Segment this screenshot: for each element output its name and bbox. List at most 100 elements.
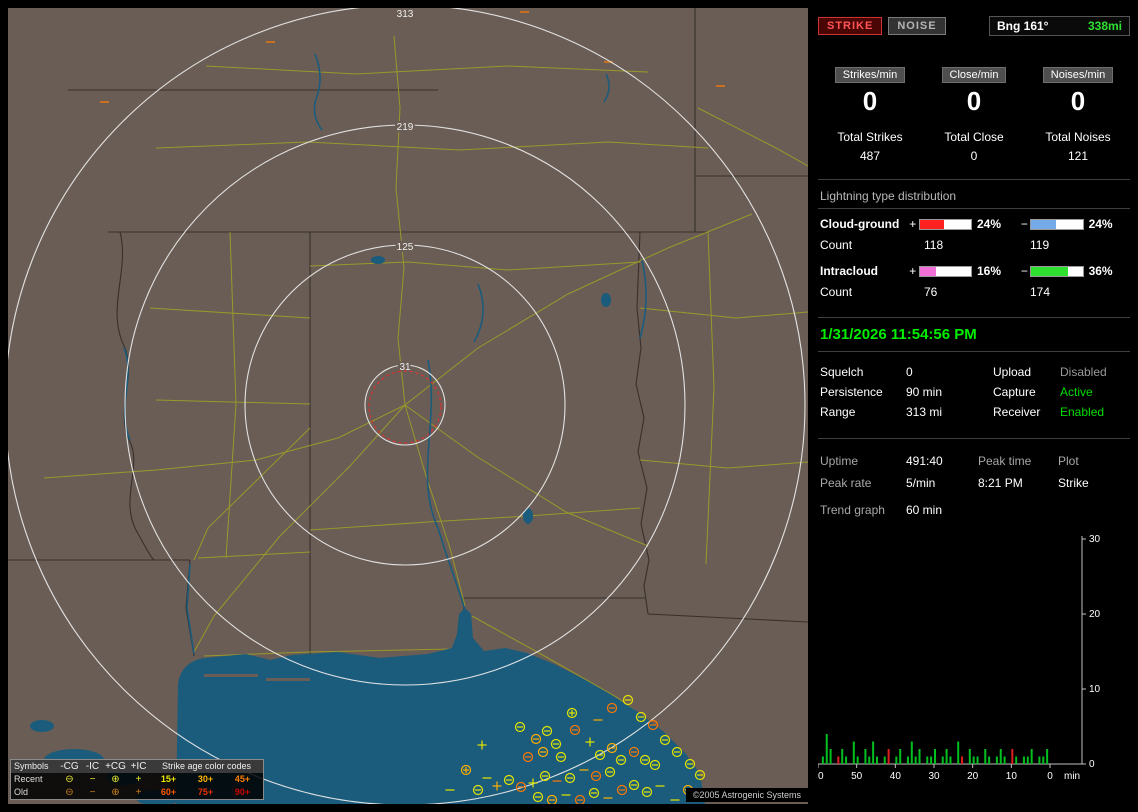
- total-counters: Total Strikes 487 Total Close 0 Total No…: [818, 130, 1130, 163]
- range-value: 313 mi: [906, 405, 943, 419]
- ic-minus-count: 174: [1030, 285, 1051, 299]
- noises-per-min-counter: Noises/min 0: [1026, 67, 1130, 117]
- noises-per-min-button[interactable]: Noises/min: [1042, 67, 1114, 83]
- capture-status: Active: [1060, 385, 1093, 399]
- total-strikes-value: 487: [859, 149, 881, 163]
- total-noises-label: Total Noises: [1045, 130, 1111, 144]
- peak-time-value: 8:21 PM: [978, 476, 1023, 490]
- pcg-recent-icon: ⊕: [111, 774, 120, 785]
- total-noises-value: 121: [1067, 149, 1089, 163]
- intracloud-label: Intracloud: [820, 264, 879, 278]
- pic-old-icon: +: [135, 787, 142, 798]
- legend-col-pcg: +CG: [105, 761, 126, 772]
- squelch-value: 0: [906, 365, 913, 379]
- receiver-status: Enabled: [1060, 405, 1105, 419]
- plot-value: Strike: [1058, 476, 1089, 490]
- settings-row: Persistence 90 min Capture Active: [818, 382, 1130, 402]
- svg-text:0: 0: [1047, 771, 1053, 782]
- svg-text:40: 40: [890, 771, 902, 782]
- settings-section: Squelch 0 Upload Disabled Persistence 90…: [818, 362, 1130, 422]
- svg-text:60: 60: [818, 771, 824, 782]
- bearing-indicator[interactable]: Bng 161° 338mi: [989, 16, 1130, 36]
- divider: [818, 438, 1130, 439]
- pcg-old-icon: ⊕: [111, 787, 120, 798]
- stats-section: Uptime 491:40 Peak time Plot Peak rate 5…: [818, 450, 1130, 522]
- ic-plus-bar: [918, 265, 972, 277]
- trend-window-value: 60 min: [906, 503, 943, 517]
- pic-recent-icon: +: [135, 774, 142, 785]
- ic-plus-pct: 16%: [976, 264, 1002, 278]
- ic-minus-bar: [1030, 265, 1084, 277]
- mode-toolbar: STRIKE NOISE Bng 161° 338mi: [818, 15, 1130, 37]
- trend-graph-label: Trend graph: [820, 503, 885, 517]
- total-close-value: 0: [970, 149, 978, 163]
- total-strikes: Total Strikes 487: [818, 130, 922, 163]
- ncg-old-icon: ⊖: [65, 787, 74, 798]
- ring-label-125: 125: [397, 242, 414, 253]
- map-canvas: 313 219 125 31: [8, 8, 808, 804]
- stats-row: Peak rate 5/min 8:21 PM Strike: [818, 472, 1130, 494]
- age-75: 75+: [197, 787, 214, 797]
- cg-minus-bar: [1030, 218, 1084, 230]
- noises-per-min-value: 0: [1070, 86, 1086, 116]
- age-30: 30+: [197, 774, 214, 784]
- total-close: Total Close 0: [922, 130, 1026, 163]
- persistence-label: Persistence: [820, 385, 883, 399]
- count-label: Count: [820, 238, 853, 252]
- ic-plus-count: 76: [924, 285, 938, 299]
- cloud-ground-row: Cloud-ground + 24% − 24%: [818, 214, 1130, 234]
- peak-time-label: Peak time: [978, 454, 1032, 468]
- bearing-value: Bng 161°: [997, 19, 1049, 33]
- age-90: 90+: [234, 787, 251, 797]
- total-strikes-label: Total Strikes: [837, 130, 903, 144]
- uptime-value: 491:40: [906, 454, 943, 468]
- status-panel: STRIKE NOISE Bng 161° 338mi Strikes/min …: [812, 8, 1130, 804]
- divider: [818, 179, 1130, 180]
- copyright-notice: ©2005 Astrogenic Systems: [685, 788, 808, 802]
- legend-recent-label: Recent: [14, 774, 43, 784]
- squelch-label: Squelch: [820, 365, 864, 379]
- lightning-map[interactable]: 313 219 125 31 Symbols -CG -IC +CG +IC S…: [8, 8, 808, 804]
- svg-text:10: 10: [1089, 684, 1101, 695]
- cg-minus-bar-fill: [1031, 219, 1056, 229]
- range-label: Range: [820, 405, 856, 419]
- age-15: 15+: [160, 774, 177, 784]
- receiver-label: Receiver: [993, 405, 1041, 419]
- map-legend: Symbols -CG -IC +CG +IC Strike age color…: [10, 759, 264, 800]
- plot-label: Plot: [1058, 454, 1079, 468]
- svg-text:10: 10: [1006, 771, 1018, 782]
- legend-age-title: Strike age color codes: [150, 760, 263, 773]
- legend-symbols-header: Symbols: [14, 761, 49, 771]
- svg-text:min: min: [1064, 771, 1080, 782]
- cloud-ground-label: Cloud-ground: [820, 217, 900, 231]
- cg-minus-pct: 24%: [1088, 217, 1113, 231]
- legend-col-pic: +IC: [130, 761, 147, 772]
- nic-old-icon: −: [89, 787, 96, 798]
- bearing-distance: 338mi: [1087, 19, 1122, 33]
- trend-graph-row: Trend graph 60 min: [818, 498, 1130, 522]
- svg-text:20: 20: [967, 771, 979, 782]
- ic-minus-bar-fill: [1031, 266, 1069, 276]
- settings-row: Range 313 mi Receiver Enabled: [818, 402, 1130, 422]
- svg-text:0: 0: [1089, 759, 1095, 770]
- minus-sign: −: [1020, 217, 1028, 231]
- intracloud-row: Intracloud + 16% − 36%: [818, 261, 1130, 281]
- svg-text:20: 20: [1089, 609, 1101, 620]
- strikes-per-min-button[interactable]: Strikes/min: [834, 67, 906, 83]
- ring-label-313: 313: [397, 9, 414, 20]
- noise-mode-button[interactable]: NOISE: [888, 17, 946, 35]
- strike-mode-button[interactable]: STRIKE: [818, 17, 883, 35]
- total-noises: Total Noises 121: [1026, 130, 1130, 163]
- cloud-ground-count-row: Count 118 119: [818, 234, 1130, 256]
- strikes-per-min-value: 0: [862, 86, 878, 116]
- legend-col-nic: -IC: [85, 761, 100, 772]
- cg-plus-bar-fill: [919, 219, 945, 229]
- plus-sign: +: [909, 217, 917, 231]
- age-45: 45+: [234, 774, 251, 784]
- stats-row: Uptime 491:40 Peak time Plot: [818, 450, 1130, 472]
- nic-recent-icon: −: [89, 774, 96, 785]
- ic-plus-bar-fill: [919, 266, 937, 276]
- ring-label-219: 219: [397, 122, 414, 133]
- minus-sign: −: [1020, 264, 1028, 278]
- close-per-min-button[interactable]: Close/min: [941, 67, 1007, 83]
